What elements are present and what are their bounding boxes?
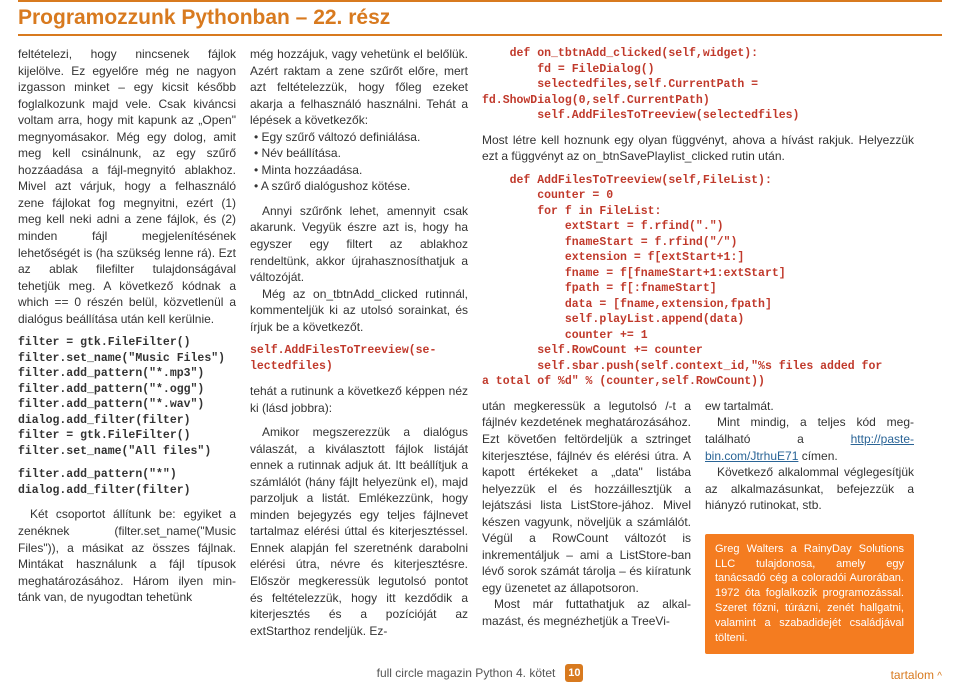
page-footer: full circle magazin Python 4. kötet 10 [0, 664, 960, 682]
list-item: Egy szűrő változó definiálása. [254, 129, 468, 146]
paragraph: tehát a rutinunk a következő kép­pen néz… [250, 383, 468, 416]
toc-label: tartalom [891, 668, 934, 682]
paragraph: Annyi szűrőnk lehet, amennyit csak akaru… [250, 203, 468, 286]
text: címen. [798, 449, 837, 463]
paragraph: Most létre kell hoznunk egy olyan függvé… [482, 132, 914, 165]
paragraph: Most már futtathatjuk az alkal­mazást, é… [482, 596, 691, 629]
paragraph: Következő alkalommal végle­gesítjük az a… [705, 464, 914, 514]
toc-link[interactable]: tartalom ^ [891, 668, 942, 682]
code-block: filter = gtk.FileFilter() filter.set_nam… [18, 335, 236, 459]
code-block: filter.add_pattern("*") dialog.add_filte… [18, 467, 236, 498]
caret-up-icon: ^ [937, 671, 942, 682]
list-item: Minta hozzáadása. [254, 162, 468, 179]
page-number-badge: 10 [565, 664, 583, 682]
column-3: def on_tbtnAdd_clicked(self,widget): fd … [482, 46, 914, 654]
paragraph: még hozzájuk, vagy vehetünk el belő­lük.… [250, 46, 468, 129]
author-bio-text: Greg Walters a RainyDay Solutions LLC tu… [715, 543, 904, 644]
column-2: még hozzájuk, vagy vehetünk el belő­lük.… [250, 46, 468, 654]
article-body: feltételezi, hogy nincsenek fájlok kijel… [0, 46, 960, 654]
paragraph: Két csoportot állítunk be: egyiket a zen… [18, 506, 236, 605]
paragraph: után megkeressük a legutolsó /-t a fájln… [482, 398, 691, 597]
column-1: feltételezi, hogy nincsenek fájlok kijel… [18, 46, 236, 654]
sub-column-2: ew tartalmát. Mint mindig, a teljes kód … [705, 398, 914, 654]
list-item: A szűrő dialógushoz kötése. [254, 178, 468, 195]
paragraph: Még az on_tbtnAdd_clicked ru­tinnál, kom… [250, 286, 468, 336]
paragraph: feltételezi, hogy nincsenek fájlok kijel… [18, 46, 236, 327]
paragraph: ew tartalmát. [705, 398, 914, 415]
paragraph: Mint mindig, a teljes kód meg­található … [705, 414, 914, 464]
code-block: def AddFilesToTreeview(self,FileList): c… [482, 173, 914, 390]
code-inline: self.AddFilesToTreeview(se­lectedfiles) [250, 343, 468, 375]
article-title: Programozzunk Pythonban – 22. rész [18, 6, 942, 30]
article-header: Programozzunk Pythonban – 22. rész [18, 0, 942, 36]
sub-columns: után megkeressük a legutolsó /-t a fájln… [482, 398, 914, 654]
paragraph: Amikor megszerezzük a dialógus válaszát,… [250, 424, 468, 639]
page-number: 10 [568, 667, 580, 679]
author-bio: Greg Walters a RainyDay Solutions LLC tu… [705, 534, 914, 654]
list-item: Név beállítása. [254, 145, 468, 162]
code-block: def on_tbtnAdd_clicked(self,widget): fd … [482, 46, 914, 124]
bullet-list: Egy szűrő változó definiálása. Név beáll… [250, 129, 468, 195]
sub-column-1: után megkeressük a legutolsó /-t a fájln… [482, 398, 691, 654]
magazine-name: full circle magazin Python 4. kötet [377, 666, 556, 680]
